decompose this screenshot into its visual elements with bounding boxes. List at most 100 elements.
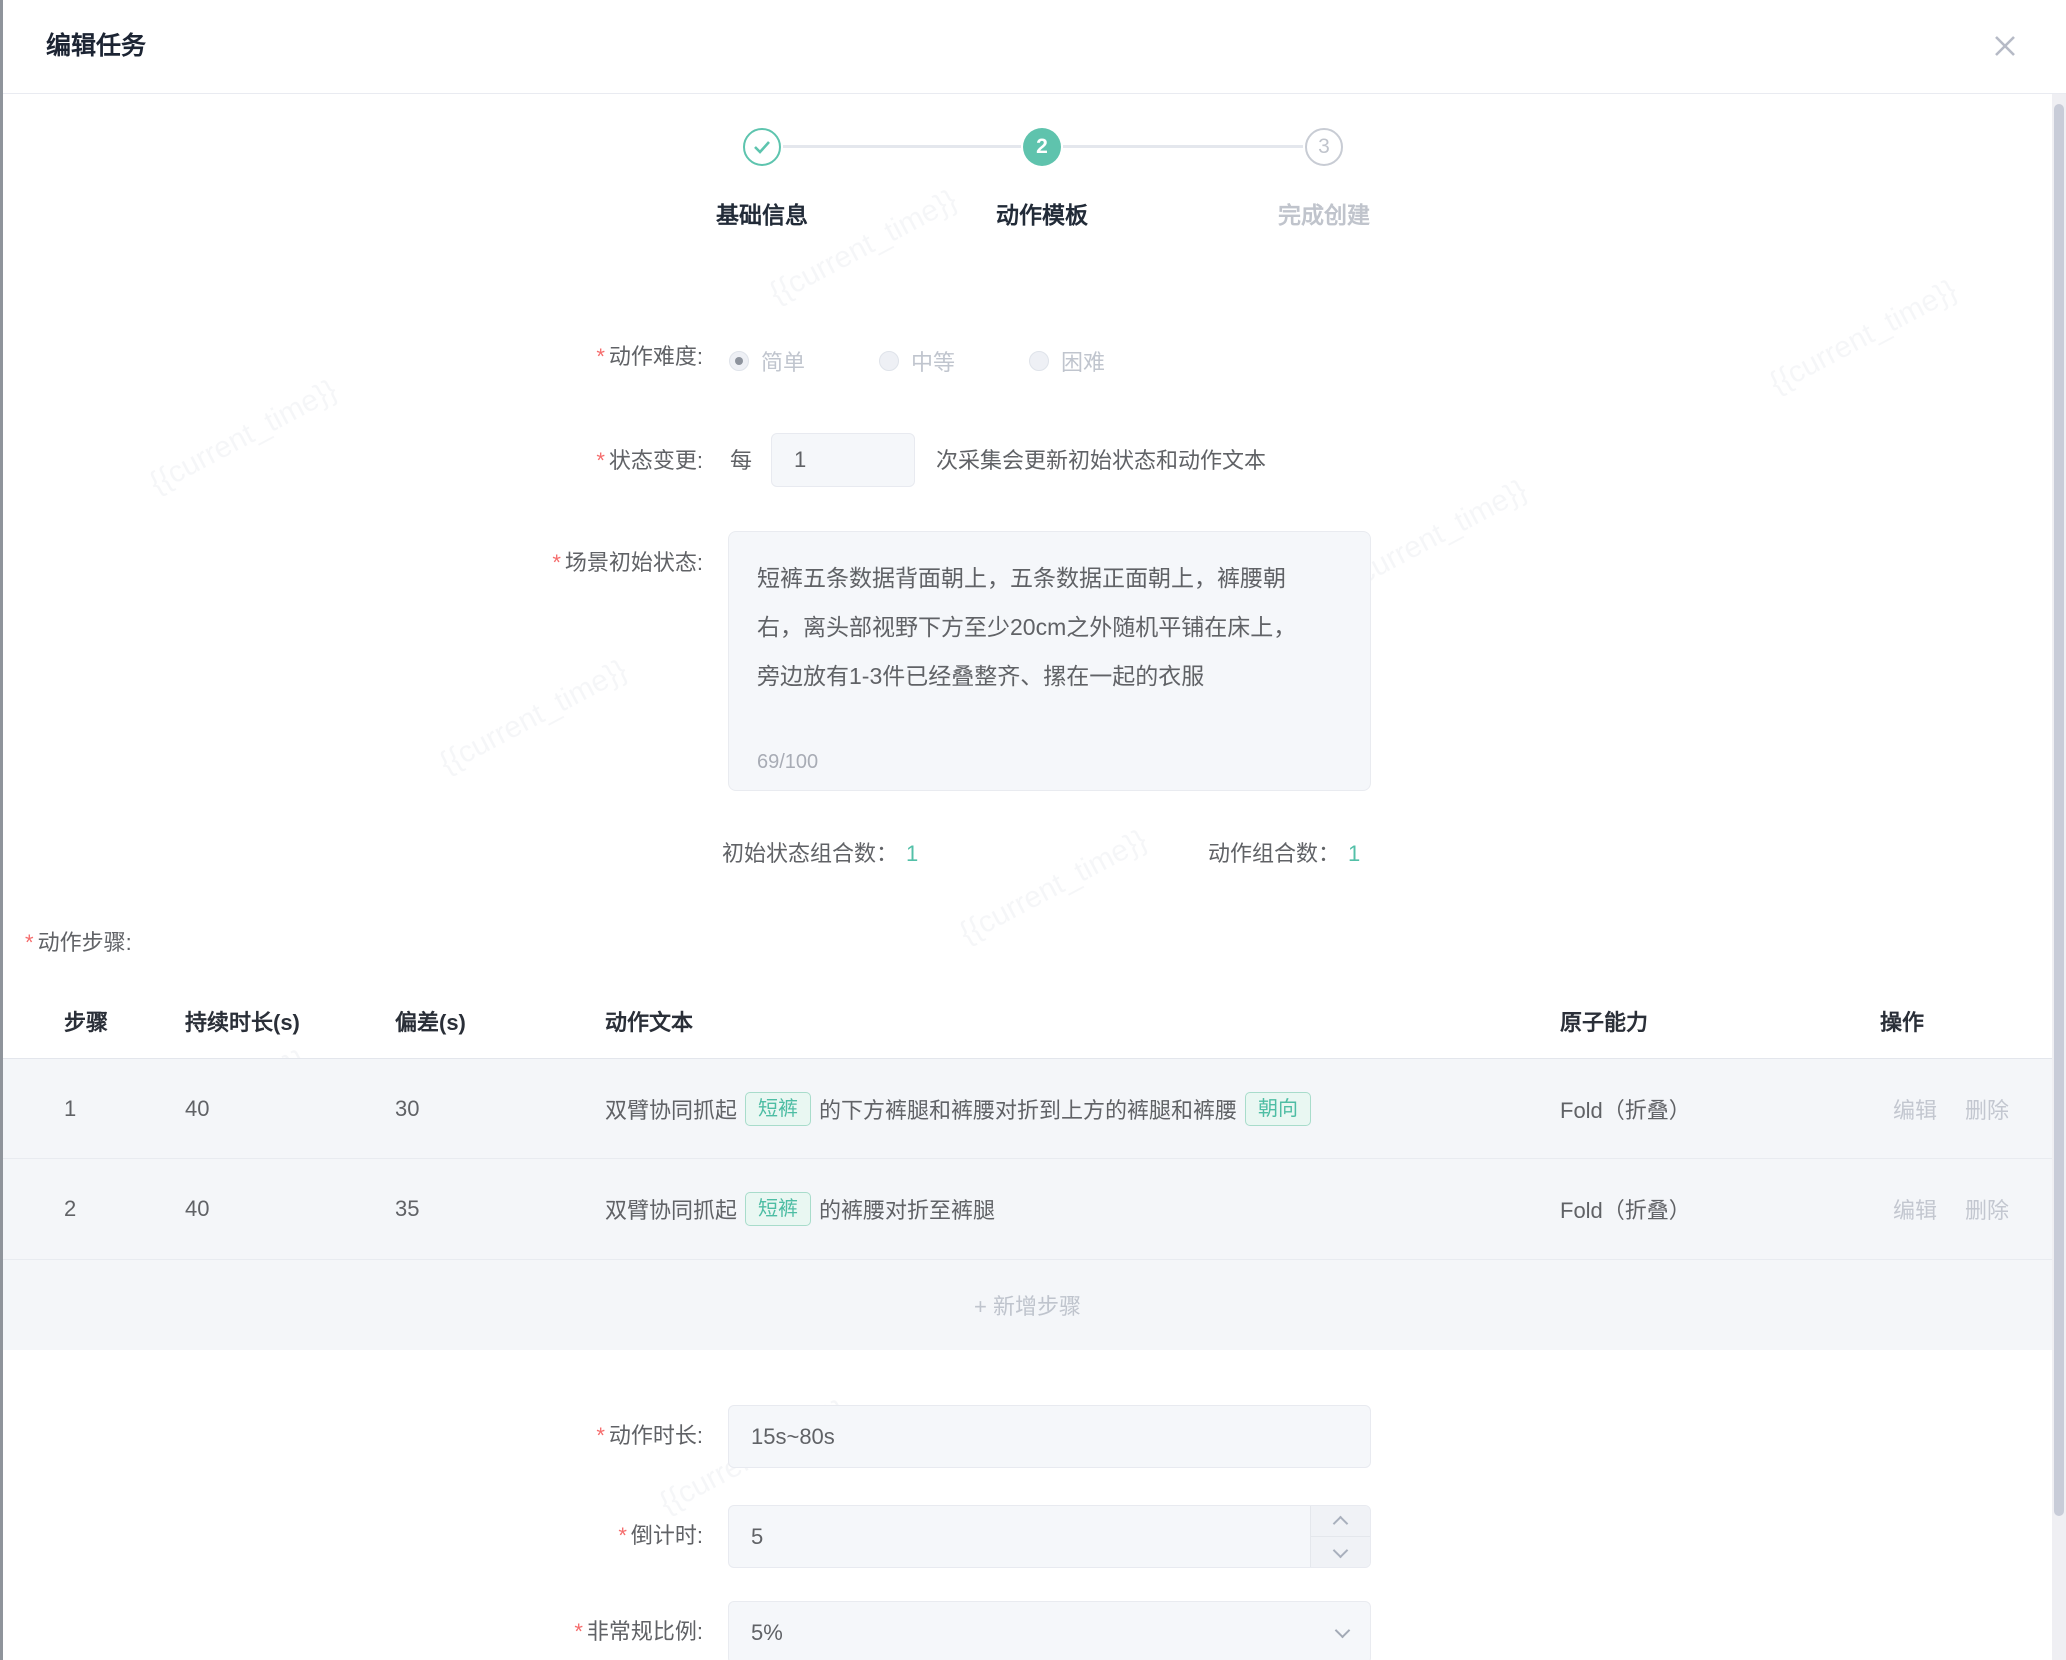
step2-number: 2 xyxy=(1036,135,1048,159)
state-change-suffix: 次采集会更新初始状态和动作文本 xyxy=(936,448,1266,474)
watermark-text: {{current_time}} xyxy=(144,373,343,500)
add-step-button[interactable]: + 新增步骤 xyxy=(974,1289,1081,1321)
scrollbar-thumb[interactable] xyxy=(2054,104,2064,1516)
required-mark: * xyxy=(596,1423,605,1448)
step3-circle: 3 xyxy=(1305,128,1343,166)
step2-label: 动作模板 xyxy=(932,196,1152,230)
initial-combo-label: 初始状态组合数： xyxy=(722,841,898,866)
action-duration-label: *动作时长: xyxy=(403,1423,703,1449)
cell-duration: 40 xyxy=(185,1159,209,1259)
chevron-up-icon xyxy=(1333,1515,1349,1531)
col-header-actions: 操作 xyxy=(1880,1006,1924,1040)
radio-hard[interactable]: 困难 xyxy=(1029,345,1105,377)
initial-state-field: 短裤五条数据背面朝上，五条数据正面朝上，裤腰朝右，离头部视野下方至少20cm之外… xyxy=(728,531,1371,791)
cell-duration: 40 xyxy=(185,1059,209,1158)
radio-label: 简单 xyxy=(761,345,805,377)
action-text: 双臂协同抓起 xyxy=(605,1193,737,1225)
object-tag: 短裤 xyxy=(745,1092,811,1126)
required-mark: * xyxy=(596,344,605,369)
radio-icon xyxy=(879,351,899,371)
cell-deviation: 30 xyxy=(395,1059,419,1158)
cell-capability: Fold（折叠） xyxy=(1560,1059,1691,1158)
check-icon xyxy=(753,140,771,154)
chevron-down-icon xyxy=(1333,1542,1349,1558)
radio-label: 中等 xyxy=(911,345,955,377)
action-text: 双臂协同抓起 xyxy=(605,1093,737,1125)
cell-action-text: 双臂协同抓起 短裤 的裤腰对折至裤腿 xyxy=(605,1159,995,1259)
required-mark: * xyxy=(25,930,34,955)
cell-step: 1 xyxy=(64,1059,76,1158)
cell-deviation: 35 xyxy=(395,1159,419,1259)
increase-button[interactable] xyxy=(1311,1506,1370,1537)
decrease-button[interactable] xyxy=(1311,1537,1370,1567)
chevron-down-icon xyxy=(1335,1623,1351,1639)
action-combo-value: 1 xyxy=(1348,841,1360,866)
state-change-field xyxy=(771,433,915,487)
col-header-text: 动作文本 xyxy=(605,1006,693,1040)
char-counter: 69/100 xyxy=(757,751,818,774)
number-spinner xyxy=(1310,1506,1370,1567)
close-icon[interactable] xyxy=(1985,26,2025,66)
orientation-tag: 朝向 xyxy=(1245,1092,1311,1126)
radio-medium[interactable]: 中等 xyxy=(879,345,955,377)
radio-icon xyxy=(1029,351,1049,371)
edit-task-dialog: {{current_time}} {{current_time}} {{curr… xyxy=(0,0,2066,1660)
selected-value: 5% xyxy=(729,1620,1337,1646)
radio-easy[interactable]: 简单 xyxy=(729,345,805,377)
required-mark: * xyxy=(574,1619,583,1644)
table-row: 1 40 30 双臂协同抓起 短裤 的下方裤腿和裤腰对折到上方的裤腿和裤腰 朝向… xyxy=(3,1058,2052,1159)
radio-label: 困难 xyxy=(1061,345,1105,377)
delete-link[interactable]: 删除 xyxy=(1965,1059,2009,1158)
step1-circle xyxy=(743,128,781,166)
step-connector xyxy=(783,145,1021,148)
step2-circle: 2 xyxy=(1023,128,1061,166)
countdown-label: *倒计时: xyxy=(403,1523,703,1549)
watermark-text: {{current_time}} xyxy=(954,823,1153,950)
delete-link[interactable]: 删除 xyxy=(1965,1159,2009,1259)
action-combo-label: 动作组合数： xyxy=(1208,841,1340,866)
cell-action-text: 双臂协同抓起 短裤 的下方裤腿和裤腰对折到上方的裤腿和裤腰 朝向 xyxy=(605,1059,1319,1158)
required-mark: * xyxy=(618,1523,627,1548)
step-connector xyxy=(1063,145,1303,148)
action-duration-input[interactable] xyxy=(729,1406,1370,1467)
initial-combo-count: 初始状态组合数： 1 xyxy=(722,836,918,868)
radio-icon xyxy=(729,351,749,371)
required-mark: * xyxy=(552,550,561,575)
unusual-ratio-select[interactable]: 5% xyxy=(728,1601,1371,1660)
state-change-input[interactable] xyxy=(772,434,914,486)
state-change-prefix: 每 xyxy=(730,448,752,474)
action-duration-field xyxy=(728,1405,1371,1468)
edit-link[interactable]: 编辑 xyxy=(1893,1159,1937,1259)
dialog-header: 编辑任务 xyxy=(3,0,2066,94)
state-change-label: *状态变更: xyxy=(403,448,703,474)
step3-label: 完成创建 xyxy=(1214,196,1434,230)
object-tag: 短裤 xyxy=(745,1192,811,1226)
action-text: 的下方裤腿和裤腰对折到上方的裤腿和裤腰 xyxy=(819,1093,1237,1125)
action-text: 的裤腰对折至裤腿 xyxy=(819,1193,995,1225)
add-step-row[interactable]: + 新增步骤 xyxy=(3,1260,2052,1350)
watermark-text: {{current_time}} xyxy=(434,653,633,780)
difficulty-label: *动作难度: xyxy=(403,344,703,370)
table-row: 2 40 35 双臂协同抓起 短裤 的裤腰对折至裤腿 Fold（折叠） 编辑 删… xyxy=(3,1159,2052,1260)
watermark-text: {{current_time}} xyxy=(1764,273,1963,400)
step3-number: 3 xyxy=(1318,135,1330,159)
col-header-step: 步骤 xyxy=(64,1006,108,1040)
initial-combo-value: 1 xyxy=(906,841,918,866)
col-header-deviation: 偏差(s) xyxy=(395,1006,466,1040)
col-header-capability: 原子能力 xyxy=(1560,1006,1648,1040)
action-steps-label: *动作步骤: xyxy=(25,930,132,956)
edit-link[interactable]: 编辑 xyxy=(1893,1059,1937,1158)
window-edge xyxy=(0,0,3,1660)
step1-label: 基础信息 xyxy=(652,196,872,230)
page-title: 编辑任务 xyxy=(46,28,146,64)
action-combo-count: 动作组合数： 1 xyxy=(1208,836,1360,868)
initial-state-textarea[interactable]: 短裤五条数据背面朝上，五条数据正面朝上，裤腰朝右，离头部视野下方至少20cm之外… xyxy=(755,552,1314,726)
col-header-duration: 持续时长(s) xyxy=(185,1006,300,1040)
unusual-ratio-label: *非常规比例: xyxy=(403,1619,703,1645)
countdown-field xyxy=(728,1505,1371,1568)
initial-state-label: *场景初始状态: xyxy=(403,550,703,576)
required-mark: * xyxy=(596,448,605,473)
countdown-input[interactable] xyxy=(729,1506,1370,1567)
cell-step: 2 xyxy=(64,1159,76,1259)
cell-capability: Fold（折叠） xyxy=(1560,1159,1691,1259)
